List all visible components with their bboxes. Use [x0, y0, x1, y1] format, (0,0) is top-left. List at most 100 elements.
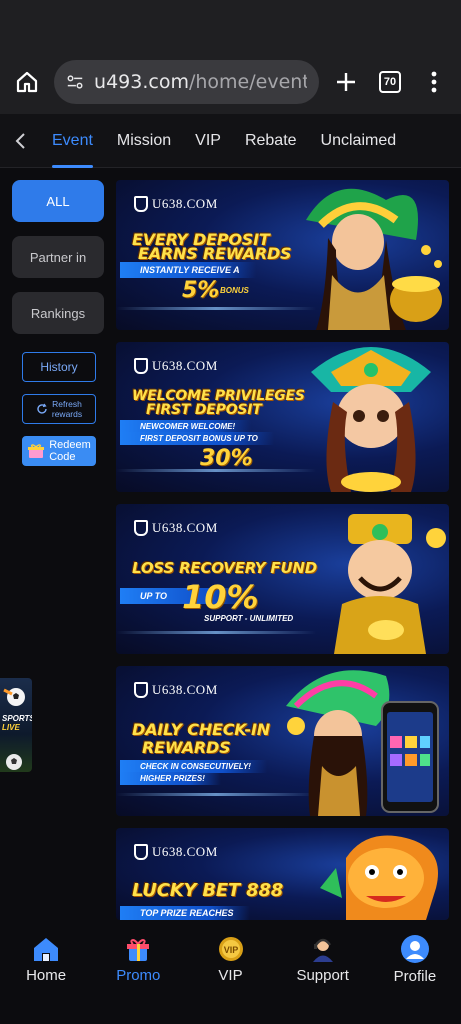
chevron-left-icon — [15, 132, 25, 149]
aztec-goddess-illustration — [306, 188, 442, 330]
brand-logo: U638.COM — [134, 844, 218, 860]
banner-lucky-bet[interactable]: U638.COM LUCKY BET 888 TOP PRIZE REACHES — [116, 828, 449, 920]
refresh-icon — [37, 403, 47, 414]
url-path: /home/event?c — [188, 71, 307, 93]
live-label: LIVE — [2, 723, 20, 732]
banner-pill-2: HIGHER PRIZES! — [120, 772, 221, 785]
site-settings-icon[interactable] — [66, 72, 84, 92]
banner-welcome-privileges[interactable]: U638.COM WELCOME PRIVILEGES FIRST DEPOSI… — [116, 342, 449, 492]
fortune-god-illustration — [334, 514, 446, 654]
history-button[interactable]: History — [22, 352, 96, 382]
brand-logo-text: U638.COM — [152, 358, 218, 373]
brand-logo-icon — [134, 520, 148, 536]
nav-home-label: Home — [26, 966, 67, 984]
category-partner-button[interactable]: Partner in — [12, 236, 104, 278]
status-bar — [0, 0, 461, 50]
home-icon — [34, 937, 59, 961]
checkin-girl-illustration — [286, 670, 439, 816]
more-vert-icon — [431, 71, 437, 93]
banner-big-value: 5% — [182, 278, 220, 303]
new-tab-button[interactable] — [329, 65, 363, 99]
event-category-sidebar: ALL Partner in Rankings History Refresh r… — [12, 180, 106, 478]
banner-headline-2: FIRST DEPOSIT — [146, 402, 262, 418]
tab-rebate[interactable]: Rebate — [233, 114, 309, 168]
tab-count: 70 — [379, 71, 401, 93]
nav-promo[interactable]: Promo — [92, 924, 184, 994]
brand-logo: U638.COM — [134, 196, 218, 212]
banner-pill: INSTANTLY RECEIVE A — [120, 262, 256, 278]
bottom-navigation: Home Promo VIP VIP Support Profile — [0, 924, 461, 994]
banner-big-value: 30% — [200, 446, 253, 471]
redeem-label-1: Redeem — [49, 439, 91, 451]
system-home-indicator — [0, 994, 461, 1024]
nav-profile[interactable]: Profile — [369, 924, 461, 994]
vip-icon: VIP — [218, 936, 243, 961]
banner-headline-1: LOSS RECOVERY FUND — [132, 559, 318, 577]
promo-tabs: Event Mission VIP Rebate Unclaimed — [0, 114, 461, 168]
banner-big-value: 10% — [182, 578, 259, 616]
brand-logo-text: U638.COM — [152, 520, 218, 535]
tab-mission[interactable]: Mission — [105, 114, 183, 168]
brand-logo-icon — [134, 844, 148, 860]
banner-pill-2: FIRST DEPOSIT BONUS UP TO — [120, 432, 274, 445]
url-domain: u493.com — [94, 71, 189, 93]
banner-small-note: BONUS — [220, 286, 249, 295]
category-all-button[interactable]: ALL — [12, 180, 104, 222]
brand-logo-icon — [134, 196, 148, 212]
banner-every-deposit[interactable]: U638.COM EVERY DEPOSIT EARNS REWARDS INS… — [116, 180, 449, 330]
soccer-ball-icon — [6, 754, 22, 770]
support-icon — [312, 938, 333, 962]
refresh-label-1: Refresh — [52, 399, 82, 409]
nav-profile-label: Profile — [393, 967, 437, 985]
nav-support-label: Support — [296, 966, 349, 984]
soccer-ball-icon — [3, 688, 25, 706]
banner-headline-2: REWARDS — [142, 738, 231, 757]
sports-live-floating-button[interactable]: SPORTS LIVE — [0, 678, 32, 772]
browser-toolbar: u493.com/home/event?c 70 — [0, 50, 461, 114]
banner-daily-checkin[interactable]: U638.COM DAILY CHECK-IN REWARDS CHECK IN… — [116, 666, 449, 816]
category-rankings-button[interactable]: Rankings — [12, 292, 104, 334]
brand-logo-text: U638.COM — [152, 844, 218, 859]
tab-vip[interactable]: VIP — [183, 114, 233, 168]
tab-event[interactable]: Event — [40, 114, 105, 168]
event-banner-list: U638.COM EVERY DEPOSIT EARNS REWARDS INS… — [116, 180, 449, 932]
redeem-label-2: Code — [49, 451, 76, 463]
refresh-label-2: rewards — [51, 409, 83, 419]
brand-logo: U638.COM — [134, 358, 218, 374]
svg-text:VIP: VIP — [223, 945, 238, 955]
nav-vip[interactable]: VIP VIP — [184, 924, 276, 994]
brand-logo-icon — [134, 358, 148, 374]
gift-icon — [28, 444, 45, 458]
brand-logo-icon — [134, 682, 148, 698]
brand-logo: U638.COM — [134, 682, 218, 698]
promo-icon — [127, 938, 150, 961]
dragon-illustration — [320, 835, 438, 920]
banner-pill: TOP PRIZE REACHES — [120, 906, 250, 920]
nav-promo-label: Promo — [116, 966, 161, 984]
brand-logo-text: U638.COM — [152, 196, 218, 211]
brand-logo-text: U638.COM — [152, 682, 218, 697]
redeem-code-button[interactable]: Redeem Code — [22, 436, 96, 466]
sports-label: SPORTS — [2, 714, 32, 723]
princess-illustration — [311, 347, 431, 492]
nav-vip-label: VIP — [218, 966, 243, 984]
sports-live-label: SPORTS LIVE — [2, 714, 32, 732]
banner-headline-1: LUCKY BET 888 — [132, 880, 284, 901]
banner-small-note: SUPPORT - UNLIMITED — [204, 614, 294, 623]
banner-loss-recovery[interactable]: U638.COM LOSS RECOVERY FUND UP TO 10% SU… — [116, 504, 449, 654]
home-icon — [16, 71, 38, 93]
browser-menu-button[interactable] — [417, 65, 451, 99]
tab-unclaimed[interactable]: Unclaimed — [309, 114, 409, 168]
nav-support[interactable]: Support — [277, 924, 369, 994]
tab-switcher-button[interactable]: 70 — [373, 65, 407, 99]
banner-headline-1: DAILY CHECK-IN — [132, 720, 270, 739]
browser-home-button[interactable] — [10, 65, 44, 99]
brand-logo: U638.COM — [134, 520, 218, 536]
refresh-rewards-button[interactable]: Refresh rewards — [22, 394, 96, 424]
light-flare — [116, 469, 316, 472]
back-button[interactable] — [0, 132, 40, 150]
address-bar[interactable]: u493.com/home/event?c — [54, 60, 319, 104]
nav-home[interactable]: Home — [0, 924, 92, 994]
url-text: u493.com/home/event?c — [94, 71, 307, 93]
plus-icon — [337, 73, 355, 91]
